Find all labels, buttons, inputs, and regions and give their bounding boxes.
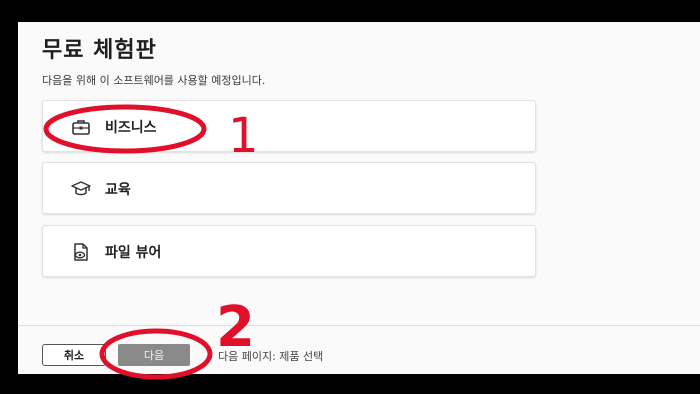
footer-divider bbox=[18, 325, 700, 326]
trial-dialog: 무료 체험판 다음을 위해 이 소프트웨어를 사용할 예정입니다. 비즈니스 교… bbox=[18, 22, 700, 374]
briefcase-icon bbox=[72, 120, 90, 135]
cancel-button[interactable]: 취소 bbox=[42, 344, 106, 366]
option-business[interactable]: 비즈니스 bbox=[42, 100, 536, 152]
graduation-cap-icon bbox=[71, 181, 91, 196]
next-page-hint: 다음 페이지: 제품 선택 bbox=[218, 350, 324, 363]
option-education[interactable]: 교육 bbox=[42, 162, 536, 214]
next-button[interactable]: 다음 bbox=[118, 344, 190, 366]
option-label: 파일 뷰어 bbox=[105, 245, 162, 261]
option-label: 비즈니스 bbox=[105, 120, 157, 136]
page-title: 무료 체험판 bbox=[42, 38, 157, 63]
option-file-viewer[interactable]: 파일 뷰어 bbox=[42, 225, 536, 277]
option-label: 교육 bbox=[105, 182, 131, 198]
page-subtitle: 다음을 위해 이 소프트웨어를 사용할 예정입니다. bbox=[42, 74, 266, 87]
file-viewer-icon bbox=[74, 243, 88, 261]
